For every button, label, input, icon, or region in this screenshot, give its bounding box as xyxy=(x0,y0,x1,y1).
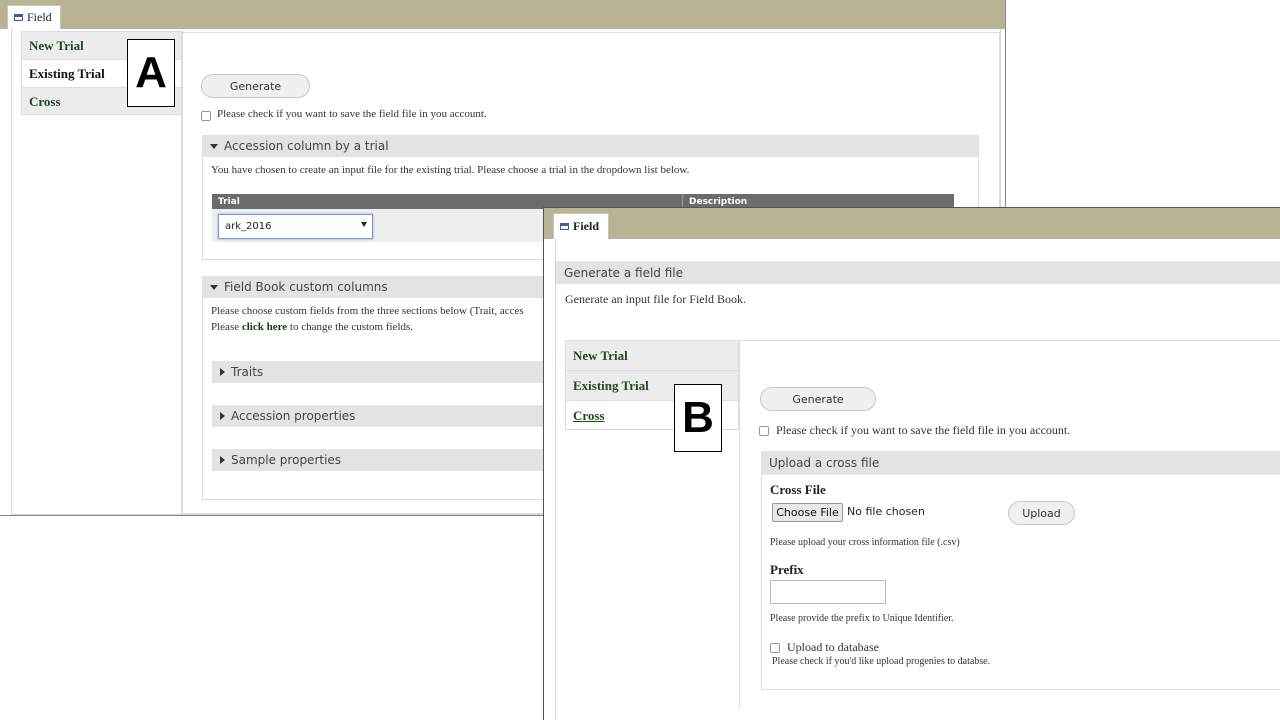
tab-field[interactable]: Field xyxy=(7,5,61,29)
tab-new-trial[interactable]: New Trial xyxy=(565,340,739,370)
prefix-help-text: Please provide the prefix to Unique Iden… xyxy=(770,613,954,624)
prefix-label: Prefix xyxy=(770,562,804,577)
custom-columns-line2-prefix: Please xyxy=(211,321,242,333)
no-file-chosen-text: No file chosen xyxy=(847,505,925,518)
save-field-file-label: Please check if you want to save the fie… xyxy=(776,423,1071,437)
tab-field[interactable]: Field xyxy=(553,213,609,239)
tab-bar: Field xyxy=(0,0,1005,29)
tab-field-label: Field xyxy=(573,219,599,233)
collapse-triangle-icon xyxy=(210,284,218,290)
trial-select-value: ark_2016 xyxy=(225,221,272,232)
window-icon xyxy=(560,223,569,230)
accession-description: You have chosen to create an input file … xyxy=(211,164,690,176)
upload-help-text: Please upload your cross information fil… xyxy=(770,537,960,548)
accession-properties-section-title: Accession properties xyxy=(231,409,356,423)
upload-to-database-help: Please check if you'd like upload progen… xyxy=(772,656,991,667)
upload-to-database-label: Upload to database xyxy=(787,640,879,654)
save-field-file-label: Please check if you want to save the fie… xyxy=(217,108,487,120)
sample-properties-section-title: Sample properties xyxy=(231,453,342,467)
generate-button[interactable]: Generate xyxy=(201,74,310,98)
custom-columns-line2-suffix: to change the custom fields. xyxy=(287,321,414,333)
prefix-input[interactable] xyxy=(770,580,886,604)
collapse-triangle-icon xyxy=(210,143,218,149)
cross-file-label: Cross File xyxy=(770,482,826,497)
upload-to-database-checkbox[interactable] xyxy=(770,643,780,653)
accession-section-header[interactable]: Accession column by a trial xyxy=(202,135,979,157)
accession-section-title: Accession column by a trial xyxy=(224,139,389,153)
tab-field-label: Field xyxy=(27,10,52,24)
choose-file-button[interactable]: Choose File xyxy=(772,503,843,522)
dropdown-arrow-icon xyxy=(361,222,367,227)
custom-columns-line2: Please click here to change the custom f… xyxy=(211,321,413,333)
tab-bar: Field xyxy=(544,208,1280,239)
upload-button[interactable]: Upload xyxy=(1008,501,1075,525)
save-field-file-checkbox[interactable] xyxy=(201,111,211,121)
callout-label-a: A xyxy=(127,39,175,107)
custom-columns-section-title: Field Book custom columns xyxy=(224,280,388,294)
content-top-border xyxy=(739,340,1280,341)
callout-label-b: B xyxy=(674,384,722,452)
expand-triangle-icon xyxy=(220,368,225,376)
generate-button[interactable]: Generate xyxy=(760,387,876,411)
upload-cross-file-header[interactable]: Upload a cross file xyxy=(761,451,1280,475)
generate-field-file-title: Generate a field file xyxy=(564,265,684,280)
expand-triangle-icon xyxy=(220,412,225,420)
upload-cross-file-title: Upload a cross file xyxy=(769,456,880,470)
trial-select[interactable]: ark_2016 xyxy=(218,214,373,239)
generate-field-file-subheader: Generate an input file for Field Book. xyxy=(565,292,746,306)
custom-columns-line1: Please choose custom fields from the thr… xyxy=(211,305,524,317)
click-here-link[interactable]: click here xyxy=(242,321,287,333)
generate-field-file-header: Generate a field file xyxy=(556,261,1280,284)
traits-section-title: Traits xyxy=(231,365,264,379)
expand-triangle-icon xyxy=(220,456,225,464)
window-icon xyxy=(14,14,23,21)
save-field-file-checkbox[interactable] xyxy=(759,426,769,436)
